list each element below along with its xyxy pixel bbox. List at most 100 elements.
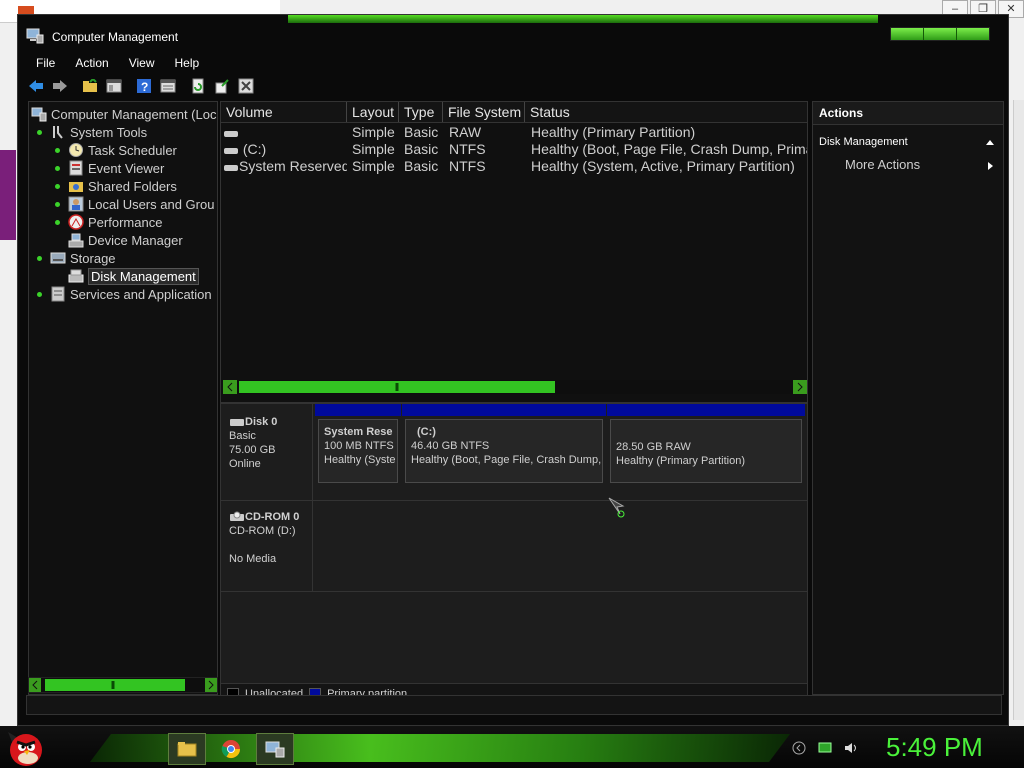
menu-view[interactable]: View — [119, 53, 165, 73]
disk-type: Basic — [229, 430, 256, 442]
partition-size: 28.50 GB RAW — [616, 441, 691, 453]
disk-icon — [230, 419, 244, 427]
expand-dot-icon[interactable] — [55, 147, 60, 153]
column-header-type[interactable]: Type — [399, 102, 443, 122]
refresh-icon[interactable] — [188, 77, 208, 95]
folder-icon — [177, 742, 197, 757]
taskbar-explorer-button[interactable] — [168, 733, 206, 765]
taskbar-clock[interactable]: 5:49 PM — [886, 732, 983, 763]
status-cell: Healthy (System, Active, Primary Partiti… — [531, 158, 795, 174]
navigation-tree: Computer Management (Loc System Tools Ta… — [28, 101, 218, 695]
tree-label: Services and Application — [70, 286, 212, 302]
expand-dot-icon[interactable] — [37, 129, 42, 135]
volume-list-horizontal-scrollbar[interactable] — [223, 380, 807, 394]
drive-icon — [224, 148, 238, 155]
actions-section-label: Disk Management — [819, 136, 908, 148]
cdrom-0-label[interactable]: CD-ROM 0 CD-ROM (D:) No Media — [221, 501, 313, 591]
tree-horizontal-scrollbar[interactable] — [28, 677, 218, 693]
volume-cell: (C:) — [223, 141, 343, 158]
window-title: Computer Management — [52, 30, 179, 44]
action-center-icon[interactable] — [816, 739, 834, 757]
tree-item-services-applications[interactable]: Services and Application — [37, 285, 212, 303]
partition-name: (C:) — [417, 426, 436, 438]
tree-item-system-tools[interactable]: System Tools — [37, 123, 147, 141]
partition-color-bar — [315, 404, 401, 416]
tree-item-performance[interactable]: Performance — [55, 213, 162, 231]
partition-color-bar — [607, 404, 805, 416]
show-hide-tree-icon[interactable] — [104, 77, 124, 95]
minimize-button[interactable] — [891, 28, 924, 40]
title-bar[interactable]: Computer Management — [18, 23, 1008, 51]
tree-label: System Tools — [70, 124, 148, 140]
menu-file[interactable]: File — [26, 53, 65, 73]
column-header-layout[interactable]: Layout — [347, 102, 399, 122]
tree-item-shared-folders[interactable]: Shared Folders — [55, 177, 177, 195]
drive-icon — [224, 131, 238, 138]
help-icon[interactable]: ? — [134, 77, 154, 95]
column-header-file-system[interactable]: File System — [443, 102, 525, 122]
settings-icon[interactable] — [236, 77, 256, 95]
tree-item-disk-management[interactable]: Disk Management — [55, 267, 199, 285]
tree-item-local-users[interactable]: Local Users and Grou — [55, 195, 214, 213]
status-cell: Healthy (Primary Partition) — [531, 124, 696, 140]
tree-item-task-scheduler[interactable]: Task Scheduler — [55, 141, 177, 159]
tree-label: Disk Management — [88, 267, 199, 285]
up-folder-icon[interactable] — [80, 77, 100, 95]
volume-row[interactable]: (C:) Simple Basic NTFS Healthy (Boot, Pa… — [221, 141, 807, 158]
actions-section-disk-management[interactable]: Disk Management — [813, 131, 1003, 153]
expand-dot-icon[interactable] — [55, 219, 60, 225]
more-actions[interactable]: More Actions — [813, 153, 1003, 177]
window-top-glow — [288, 15, 878, 23]
partition-size: 100 MB NTFS — [324, 440, 394, 452]
partition-status: Healthy (Syste — [324, 454, 396, 466]
expand-dot-icon[interactable] — [37, 255, 42, 261]
volume-list-header: Volume Layout Type File System Status — [221, 102, 807, 123]
forward-icon[interactable] — [50, 77, 70, 95]
expand-dot-icon[interactable] — [37, 291, 42, 297]
tree-item-computer-management[interactable]: Computer Management (Loc — [31, 105, 216, 123]
status-bar — [26, 695, 1002, 715]
cdrom-state: No Media — [229, 553, 277, 566]
expand-dot-icon[interactable] — [55, 165, 60, 171]
taskbar-computer-management-button[interactable] — [256, 733, 294, 765]
partition-c[interactable]: (C:) 46.40 GB NTFS Healthy (Boot, Page F… — [402, 404, 606, 483]
menu-bar: File Action View Help — [26, 53, 209, 73]
cdrom-0-row[interactable]: CD-ROM 0 CD-ROM (D:) No Media — [221, 501, 807, 592]
column-header-volume[interactable]: Volume — [221, 102, 347, 122]
window-caption-buttons — [890, 27, 990, 41]
clock-icon — [68, 142, 84, 158]
toolbar: ? — [26, 75, 260, 97]
status-cell: Healthy (Boot, Page File, Crash Dump, Pr… — [531, 141, 807, 157]
maximize-button[interactable] — [924, 28, 957, 40]
partition-status: Healthy (Boot, Page File, Crash Dump, P — [411, 454, 603, 466]
menu-action[interactable]: Action — [65, 53, 118, 73]
column-header-status[interactable]: Status — [525, 102, 807, 122]
disk-state: Online — [229, 458, 261, 470]
start-button-angry-bird-icon[interactable] — [6, 728, 46, 768]
disk-0-row[interactable]: Disk 0 Basic 75.00 GB Online System Rese… — [221, 404, 807, 501]
export-icon[interactable] — [212, 77, 232, 95]
tree-label: Computer Management (Loc — [51, 106, 217, 122]
tree-item-device-manager[interactable]: Device Manager — [55, 231, 183, 249]
volume-row[interactable]: System Reserved Simple Basic NTFS Health… — [221, 158, 807, 175]
taskbar: 5:49 PM — [0, 726, 1024, 768]
properties-icon[interactable] — [158, 77, 178, 95]
back-icon[interactable] — [26, 77, 46, 95]
tree-item-storage[interactable]: Storage — [37, 249, 116, 267]
close-button[interactable] — [957, 28, 989, 40]
menu-help[interactable]: Help — [165, 53, 210, 73]
layout-cell: Simple — [352, 124, 395, 140]
volume-icon[interactable] — [842, 739, 860, 757]
partition-system-reserved[interactable]: System Rese 100 MB NTFS Healthy (Syste — [315, 404, 401, 483]
collapse-up-icon[interactable] — [985, 138, 995, 146]
tray-expand-icon[interactable] — [790, 739, 808, 757]
taskbar-chrome-button[interactable] — [212, 733, 250, 765]
tree-item-event-viewer[interactable]: Event Viewer — [55, 159, 164, 177]
expand-dot-icon[interactable] — [55, 183, 60, 189]
tree-label: Device Manager — [88, 232, 183, 248]
expand-dot-icon[interactable] — [55, 201, 60, 207]
volume-row[interactable]: Simple Basic RAW Healthy (Primary Partit… — [221, 124, 807, 141]
disk-0-label[interactable]: Disk 0 Basic 75.00 GB Online — [221, 404, 313, 500]
partition-status: Healthy (Primary Partition) — [616, 455, 745, 467]
partition-raw[interactable]: 28.50 GB RAW Healthy (Primary Partition) — [607, 404, 805, 483]
